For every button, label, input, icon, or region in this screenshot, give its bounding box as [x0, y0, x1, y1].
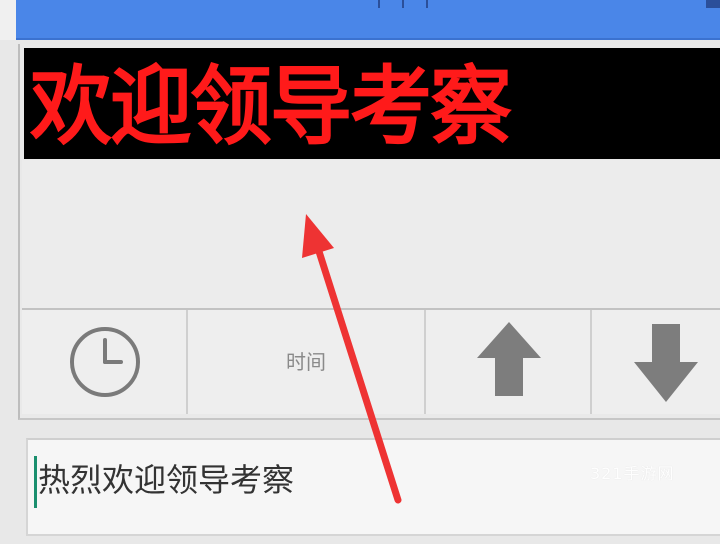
toolbar: 时间: [22, 308, 720, 414]
arrow-down-icon: [634, 324, 698, 402]
arrow-up-icon: [477, 322, 541, 396]
title-bar-mark: [402, 0, 404, 8]
message-input-value: 热烈欢迎领导考察: [38, 461, 295, 499]
time-button[interactable]: 时间: [188, 310, 426, 414]
preview-area: [22, 160, 720, 308]
led-display-text: 欢迎领导考察: [30, 56, 512, 157]
move-up-button[interactable]: [426, 310, 592, 414]
title-bar-mark: [706, 0, 720, 8]
clock-button[interactable]: [22, 310, 188, 414]
time-button-label: 时间: [286, 350, 326, 374]
led-display-panel: 欢迎领导考察: [24, 48, 720, 159]
move-down-button[interactable]: [592, 310, 720, 414]
title-bar-mark: [426, 0, 428, 8]
title-bar: [16, 0, 720, 40]
clock-icon: [70, 327, 140, 397]
message-input[interactable]: 热烈欢迎领导考察: [26, 438, 720, 536]
title-bar-mark: [378, 0, 380, 8]
watermark: 321手游网: [590, 464, 675, 483]
text-caret: [34, 456, 37, 508]
